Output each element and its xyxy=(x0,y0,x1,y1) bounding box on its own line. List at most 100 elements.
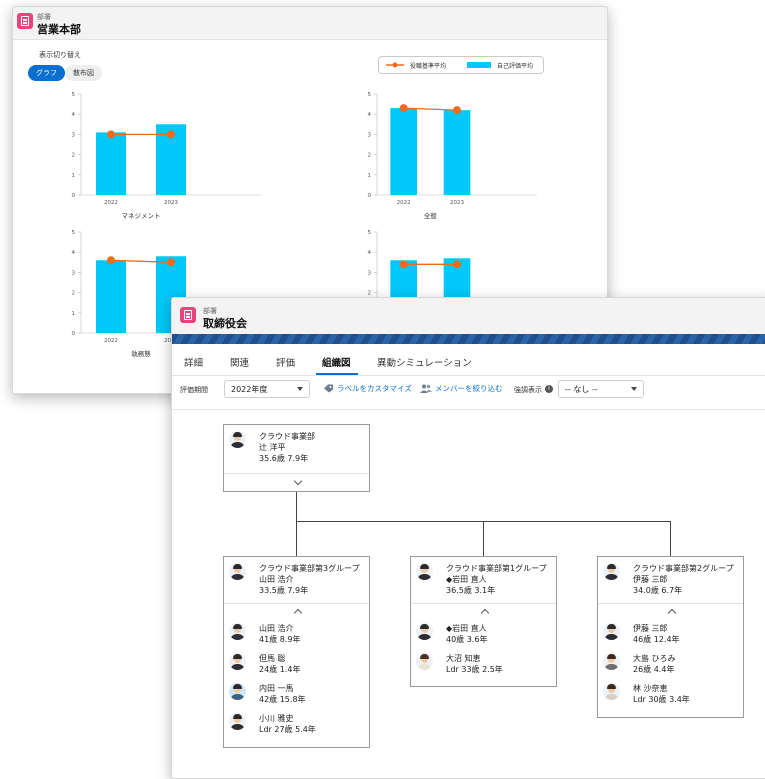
y-tick-label: 0 xyxy=(368,193,372,199)
connector-line xyxy=(296,521,297,556)
member-name: 大島 ひろみ xyxy=(633,654,676,663)
org-card-group-3[interactable]: クラウド事業部第3グループ 山田 浩介 33.5歳 7.9年 山田 浩介 41歳 … xyxy=(223,556,370,748)
tab-transfer-simulation[interactable]: 異動シミュレーション xyxy=(377,355,472,369)
member-name: 小川 雅史 xyxy=(259,714,294,723)
customize-labels-link[interactable]: ラベルをカスタマイズ xyxy=(323,383,412,394)
connector-line xyxy=(670,521,671,556)
y-tick-label: 1 xyxy=(72,173,76,179)
member-item[interactable]: 但馬 聡 24歳 1.4年 xyxy=(229,653,300,675)
period-label: 評価期間 xyxy=(180,386,208,394)
tab-org-chart[interactable]: 組織図 xyxy=(322,355,351,369)
chevron-down-icon xyxy=(297,387,303,391)
dept-name: クラウド事業部第3グループ xyxy=(259,564,360,573)
y-tick-label: 2 xyxy=(368,291,372,297)
divider xyxy=(224,473,369,474)
y-tick-label: 0 xyxy=(72,331,76,337)
org-chart-canvas: クラウド事業部 辻 洋平 35.6歳 7.9年 クラウド事業部第3グループ 山田… xyxy=(172,409,765,778)
member-stats: 42歳 15.8年 xyxy=(259,695,306,704)
org-card-root[interactable]: クラウド事業部 辻 洋平 35.6歳 7.9年 xyxy=(223,424,370,492)
tab-details[interactable]: 詳細 xyxy=(184,355,203,369)
line-point xyxy=(399,104,408,113)
line-point xyxy=(167,258,175,267)
y-tick-label: 3 xyxy=(72,270,76,276)
y-tick-label: 4 xyxy=(368,250,372,256)
line-point xyxy=(107,130,115,139)
member-item[interactable]: 伊藤 三郎 46歳 12.4年 xyxy=(603,623,680,645)
chart-title: マネジメント xyxy=(122,212,161,220)
line-point xyxy=(107,256,115,265)
member-stats: 46歳 12.4年 xyxy=(633,635,680,644)
bar xyxy=(443,110,471,195)
x-tick-label: 2022 xyxy=(104,338,118,344)
member-name: 林 沙奈恵 xyxy=(633,684,668,693)
avatar xyxy=(229,653,246,670)
chevron-up-icon[interactable] xyxy=(293,608,303,618)
leader-name: 山田 浩介 xyxy=(259,575,294,584)
group-stats: 33.5歳 7.9年 xyxy=(259,586,309,595)
bar xyxy=(96,260,126,333)
tab-related[interactable]: 関連 xyxy=(230,355,249,369)
record-header: 部署 取締役会 xyxy=(172,298,765,335)
person: クラウド事業部第2グループ 伊藤 三郎 34.0歳 6.7年 xyxy=(603,563,734,596)
y-tick-label: 5 xyxy=(368,230,372,236)
member-item[interactable]: 山田 浩介 41歳 8.9年 xyxy=(229,623,300,645)
member-name: 内田 一馬 xyxy=(259,684,294,693)
y-tick-label: 2 xyxy=(72,153,76,159)
avatar xyxy=(229,563,246,580)
filter-members-link[interactable]: メンバーを絞り込む xyxy=(420,383,503,394)
person-stats: 35.6歳 7.9年 xyxy=(259,454,309,463)
group-stats: 36.5歳 3.1年 xyxy=(446,586,496,595)
person-name: 辻 洋平 xyxy=(259,443,286,452)
y-tick-label: 2 xyxy=(368,153,372,159)
chevron-down-icon[interactable] xyxy=(293,476,303,486)
leader-name: 伊藤 三郎 xyxy=(633,575,668,584)
users-icon xyxy=(420,384,432,393)
member-stats: 26歳 4.4年 xyxy=(633,665,675,674)
member-item[interactable]: 内田 一馬 42歳 15.8年 xyxy=(229,683,306,705)
person: クラウド事業部第1グループ ◆岩田 直人 36.5歳 3.1年 xyxy=(416,563,547,596)
chevron-up-icon[interactable] xyxy=(667,608,677,618)
avatar xyxy=(416,563,433,580)
member-item[interactable]: 小川 雅史 Ldr 27歳 5.4年 xyxy=(229,713,316,735)
member-stats: Ldr 33歳 2.5年 xyxy=(446,665,503,674)
leader-name: ◆岩田 直人 xyxy=(446,575,487,584)
x-tick-label: 2022 xyxy=(397,200,411,206)
avatar xyxy=(229,713,246,730)
highlight-label: 強調表示 xyxy=(514,386,542,394)
member-item[interactable]: 大沼 知恵 Ldr 33歳 2.5年 xyxy=(416,653,503,675)
highlight-value: -- なし -- xyxy=(565,385,598,394)
record-tabs: 詳細 関連 評価 組織図 異動シミュレーション xyxy=(172,350,765,376)
member-stats: 24歳 1.4年 xyxy=(259,665,301,674)
x-tick-label: 2023 xyxy=(450,200,464,206)
y-tick-label: 1 xyxy=(72,311,76,317)
member-name: 大沼 知恵 xyxy=(446,654,481,663)
avatar xyxy=(229,431,246,448)
y-tick-label: 3 xyxy=(368,132,372,138)
header-banner xyxy=(172,334,765,344)
y-tick-label: 3 xyxy=(368,270,372,276)
avatar xyxy=(416,623,433,640)
x-tick-label: 2023 xyxy=(164,200,178,206)
avatar xyxy=(603,683,620,700)
avatar xyxy=(603,563,620,580)
period-select[interactable]: 2022年度 xyxy=(224,380,310,398)
person: クラウド事業部第3グループ 山田 浩介 33.5歳 7.9年 xyxy=(229,563,360,596)
customize-labels-text: ラベルをカスタマイズ xyxy=(337,384,412,393)
member-stats: 40歳 3.6年 xyxy=(446,635,488,644)
tab-evaluation[interactable]: 評価 xyxy=(276,355,295,369)
member-item[interactable]: ◆岩田 直人 40歳 3.6年 xyxy=(416,623,487,645)
chevron-up-icon[interactable] xyxy=(480,608,490,618)
avatar xyxy=(603,623,620,640)
member-name: 山田 浩介 xyxy=(259,624,294,633)
member-name: ◆岩田 直人 xyxy=(446,624,487,633)
org-chart-toolbar: 評価期間 2022年度 ラベルをカスタマイズ メンバーを絞り込む 強調表示 i … xyxy=(172,376,765,406)
org-card-group-2[interactable]: クラウド事業部第2グループ 伊藤 三郎 34.0歳 6.7年 伊藤 三郎 46歳 … xyxy=(597,556,744,718)
divider xyxy=(224,603,369,604)
highlight-select[interactable]: -- なし -- xyxy=(558,380,644,398)
info-icon[interactable]: i xyxy=(545,385,553,393)
member-item[interactable]: 林 沙奈恵 Ldr 30歳 3.4年 xyxy=(603,683,690,705)
member-name: 伊藤 三郎 xyxy=(633,624,668,633)
filter-members-text: メンバーを絞り込む xyxy=(435,384,503,393)
member-item[interactable]: 大島 ひろみ 26歳 4.4年 xyxy=(603,653,676,675)
org-card-group-1[interactable]: クラウド事業部第1グループ ◆岩田 直人 36.5歳 3.1年 ◆岩田 直人 40… xyxy=(410,556,557,687)
